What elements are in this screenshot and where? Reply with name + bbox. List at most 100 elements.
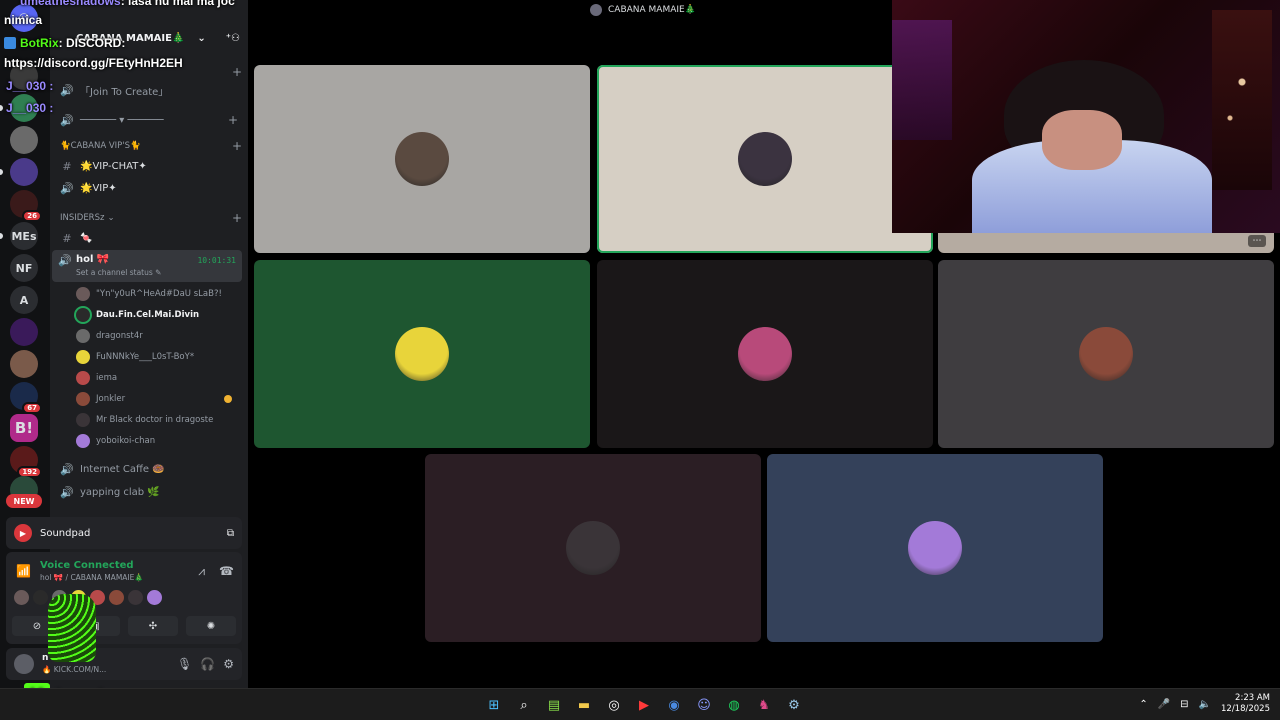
clock-date: 12/18/2025 — [1221, 704, 1270, 714]
noise-suppression-icon[interactable]: ⩘ — [198, 564, 205, 579]
microphone-icon[interactable]: 🎙 — [177, 657, 192, 671]
server-icon[interactable] — [10, 126, 38, 154]
voice-member[interactable]: Jonkler — [76, 389, 242, 409]
channel-vip-chat[interactable]: # 🌟VIP-CHAT✦ — [56, 156, 242, 176]
server-icon[interactable]: 26 — [10, 190, 42, 222]
signal-icon[interactable]: 📶 — [16, 564, 31, 578]
server-icon[interactable]: NF — [10, 254, 38, 282]
speaker-icon: 🔊 — [60, 113, 74, 127]
voice-tile[interactable] — [254, 65, 590, 253]
headphones-icon[interactable]: 🎧 — [200, 657, 215, 671]
avatar — [76, 392, 90, 406]
category-vip[interactable]: 🐈CABANA VIP'S🐈 + — [56, 138, 242, 154]
channel-status[interactable]: Set a channel status ✎ — [76, 268, 161, 277]
voice-tile[interactable] — [767, 454, 1103, 642]
soundpad-panel[interactable]: ▶ Soundpad ⧉ — [6, 517, 242, 549]
disconnect-icon[interactable]: ☎ — [219, 564, 234, 579]
avatar[interactable] — [109, 590, 124, 605]
microphone-icon[interactable]: 🎤 — [1158, 699, 1170, 710]
folder-icon[interactable]: ▬ — [572, 693, 596, 717]
search-icon[interactable]: ⌕ — [512, 693, 536, 717]
voice-status[interactable]: Voice Connected — [40, 560, 134, 571]
channel-join-to-create[interactable]: 🔊 「Join To Create」 — [56, 80, 242, 100]
server-icon[interactable]: 67 — [10, 382, 42, 414]
add-channel-icon[interactable]: + — [228, 113, 238, 127]
active-voice-channel[interactable]: 🔊 hol 🎀 Set a channel status ✎ 10:01:31 — [52, 250, 242, 282]
voice-member[interactable]: FuNNNkYe___L0sT-BoY* — [76, 347, 242, 367]
server-icon[interactable] — [10, 350, 38, 378]
game-icon[interactable]: ♞ — [752, 693, 776, 717]
voice-tile[interactable] — [597, 65, 933, 253]
soundpad-logo-icon: ▶ — [14, 524, 32, 542]
voice-channel-path[interactable]: hol 🎀 / CABANA MAMAIE🎄 — [40, 573, 144, 582]
channel-insider[interactable]: # 🍬 — [56, 228, 242, 248]
avatar[interactable] — [33, 590, 48, 605]
channel-vip[interactable]: 🔊 🌟VIP✦ — [56, 178, 242, 198]
category-insiders[interactable]: INSIDERSz ⌄ + — [56, 210, 242, 226]
custom-status: 🔥 KICK.COM/N... — [42, 665, 107, 674]
unread-pill — [0, 233, 3, 239]
voice-member[interactable]: iema — [76, 368, 242, 388]
add-member-icon[interactable]: ⁺⚇ — [226, 33, 240, 44]
add-channel-icon[interactable]: + — [232, 139, 242, 153]
avatar — [1079, 327, 1133, 381]
channel-divider[interactable]: 🔊 ────── ▾ ────── + — [56, 110, 242, 130]
voice-tile[interactable] — [597, 260, 933, 448]
stage-title-text: CABANA MAMAIE🎄 — [608, 5, 696, 15]
voice-member[interactable]: "Yn"y0uR^HeAd#DaU sLaB?! — [76, 284, 242, 304]
popout-icon[interactable]: ⧉ — [227, 528, 234, 539]
unread-pill — [0, 105, 3, 111]
server-icon[interactable] — [10, 158, 38, 186]
chevron-up-icon[interactable]: ⌃ — [1139, 699, 1147, 710]
member-name: Mr Black doctor in dragoste — [96, 415, 214, 425]
speaker-icon: 🔊 — [58, 254, 72, 267]
channel-label: 🌟VIP-CHAT✦ — [80, 160, 147, 172]
notes-icon[interactable]: ▤ — [542, 693, 566, 717]
avatar[interactable] — [147, 590, 162, 605]
app-icon[interactable]: ◉ — [662, 693, 686, 717]
voice-tile[interactable] — [425, 454, 761, 642]
gear-icon[interactable]: ⚙ — [223, 657, 234, 671]
avatar[interactable] — [128, 590, 143, 605]
voice-member[interactable]: Dau.Fin.Cel.Mai.Divin — [76, 305, 242, 325]
add-channel-icon[interactable]: + — [232, 211, 242, 225]
voice-member[interactable]: yoboikoi-chan — [76, 431, 242, 451]
speaker-icon: 🔊 — [60, 83, 74, 97]
avatar — [395, 132, 449, 186]
channel-yapping-clab[interactable]: 🔊 yapping clab 🌿 — [56, 482, 242, 502]
discord-icon[interactable]: ☺ — [692, 693, 716, 717]
voice-member[interactable]: dragonst4r — [76, 326, 242, 346]
voice-tile[interactable] — [254, 260, 590, 448]
server-icon[interactable] — [10, 318, 38, 346]
chrome-icon[interactable]: ◎ — [602, 693, 626, 717]
server-icon[interactable]: 192 — [10, 446, 42, 478]
avatar — [738, 327, 792, 381]
server-icon[interactable]: A — [10, 286, 38, 314]
server-icon[interactable]: B! — [10, 414, 38, 442]
soundboard-button[interactable]: ✺ — [186, 616, 236, 636]
clock[interactable]: 2:23 AM 12/18/2025 — [1221, 693, 1270, 715]
avatar — [738, 132, 792, 186]
more-options-icon[interactable]: ⋯ — [1248, 235, 1266, 247]
server-icon[interactable]: MEs — [10, 222, 38, 250]
avatar[interactable] — [14, 654, 34, 674]
avatar — [395, 327, 449, 381]
avatar — [566, 521, 620, 575]
activities-button[interactable]: ✣ — [128, 616, 178, 636]
channel-internet-caffe[interactable]: 🔊 Internet Caffe 🍩 — [56, 459, 242, 479]
network-icon[interactable]: ⊟ — [1180, 699, 1188, 710]
channel-label: 🍬 — [80, 232, 93, 244]
user-panel: n 🔥 KICK.COM/N... 🎙 🎧 ⚙ — [6, 648, 242, 680]
chat-text: : lasa nu mai ma joc — [120, 0, 235, 8]
steam-icon[interactable]: ⚙ — [782, 693, 806, 717]
voice-member[interactable]: Mr Black doctor in dragoste — [76, 410, 242, 430]
avatar — [76, 413, 90, 427]
avatar — [76, 434, 90, 448]
youtube-icon[interactable]: ▶ — [632, 693, 656, 717]
spotify-icon[interactable]: ◍ — [722, 693, 746, 717]
windows-icon[interactable]: ⊞ — [482, 693, 506, 717]
avatar[interactable] — [14, 590, 29, 605]
add-channel-icon[interactable]: + — [232, 65, 242, 79]
voice-tile[interactable] — [938, 260, 1274, 448]
volume-icon[interactable]: 🔈 — [1199, 699, 1211, 710]
